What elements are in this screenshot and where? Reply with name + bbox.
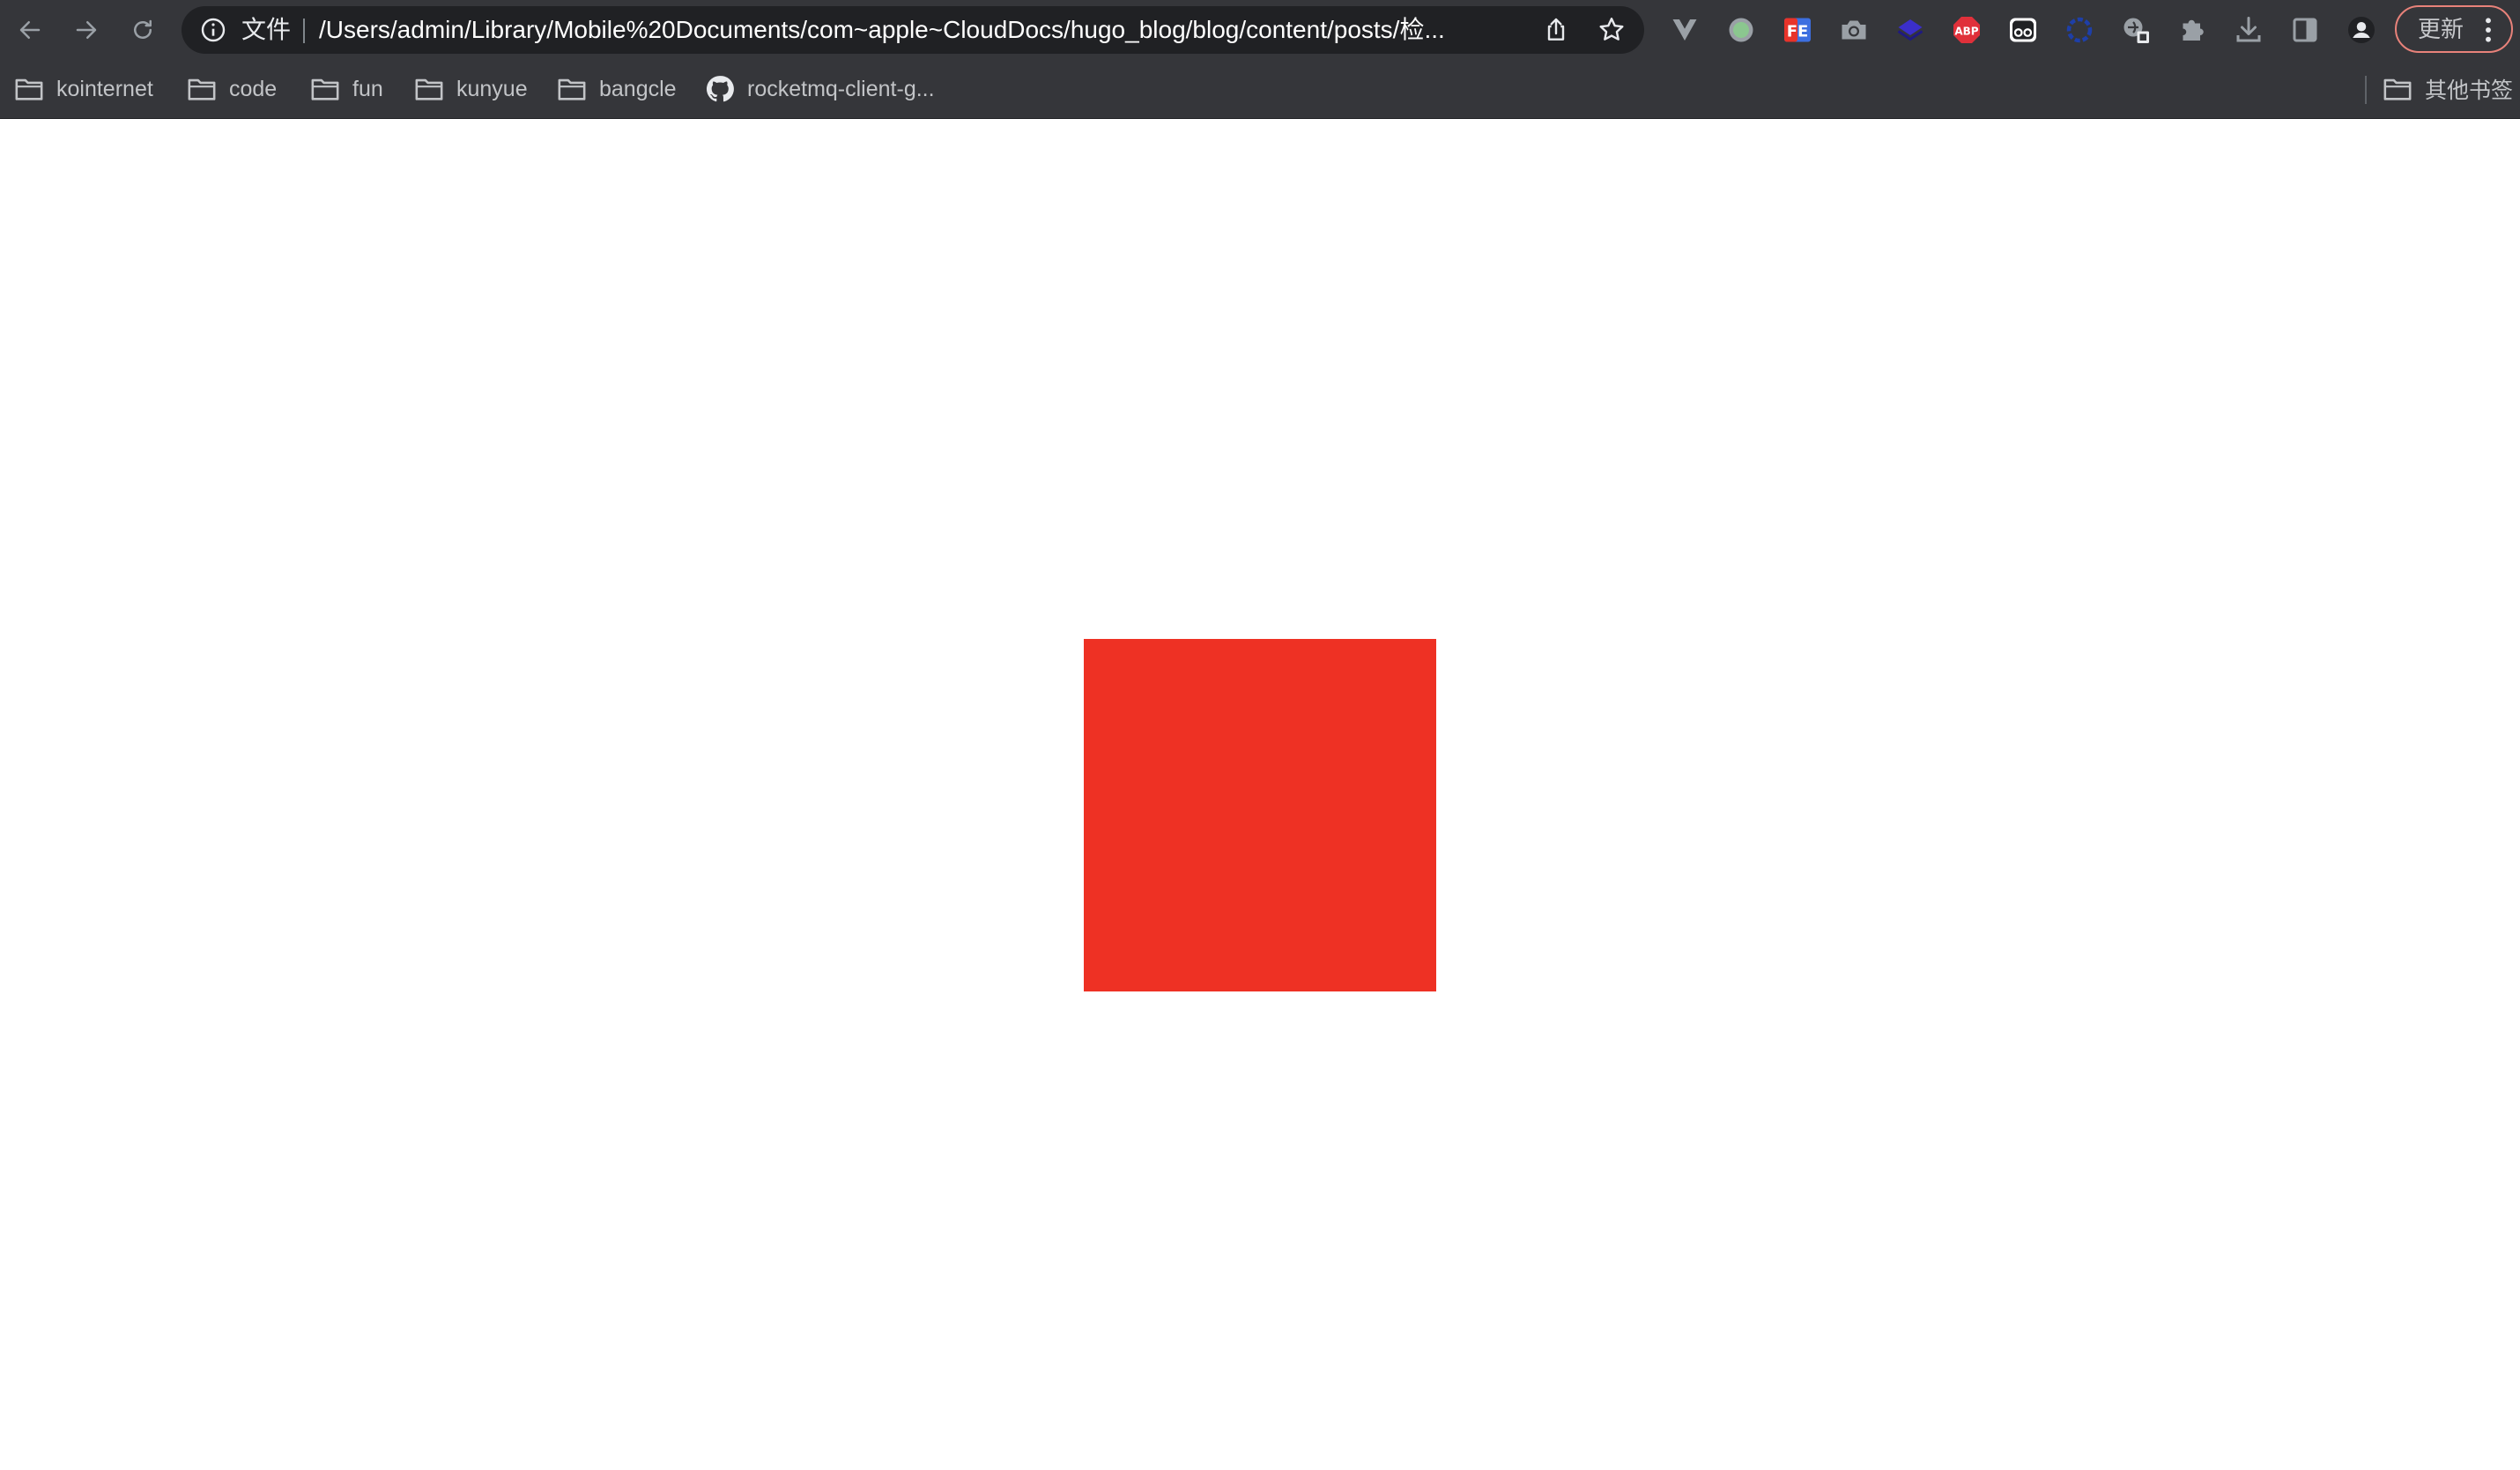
vue-devtools-icon[interactable] — [1669, 14, 1701, 46]
bookmarks-bar: kointernet code fun kunyue bangcle rocke… — [0, 60, 2520, 118]
fe-helper-icon[interactable]: FE — [1782, 14, 1813, 46]
update-button-label: 更新 — [2418, 16, 2464, 42]
bookmark-label: rocketmq-client-g... — [747, 76, 935, 101]
reload-button[interactable] — [123, 11, 162, 49]
share-icon[interactable] — [1542, 16, 1570, 44]
site-info-icon[interactable] — [199, 16, 227, 44]
bookmark-label: fun — [352, 76, 383, 101]
glasses-extension-icon[interactable] — [2007, 14, 2039, 46]
browser-toolbar: 文件 /Users/admin/Library/Mobile%20Documen… — [0, 0, 2520, 60]
svg-text:ABP: ABP — [1954, 25, 1978, 37]
folder-icon — [2383, 78, 2412, 100]
bookmark-folder-fun[interactable]: fun — [310, 60, 383, 118]
bookmark-rocketmq-client[interactable]: rocketmq-client-g... — [705, 60, 935, 118]
other-bookmarks-folder[interactable]: 其他书签 — [2383, 60, 2513, 118]
omnibox-divider — [303, 19, 305, 43]
folder-icon — [15, 78, 43, 100]
other-bookmarks-label: 其他书签 — [2425, 78, 2514, 103]
bookmark-folder-kunyue[interactable]: kunyue — [414, 60, 528, 118]
translate-extension-icon[interactable] — [2120, 14, 2152, 46]
folder-icon — [311, 78, 339, 100]
more-vertical-icon[interactable] — [2483, 16, 2494, 44]
download-icon[interactable] — [2233, 14, 2264, 46]
folder-icon — [558, 78, 586, 100]
bookmark-label: kointernet — [56, 76, 153, 101]
arrow-right-icon — [76, 21, 97, 39]
bookmark-label: code — [229, 76, 278, 101]
bookmark-label: kunyue — [456, 76, 528, 101]
folder-icon — [188, 78, 216, 100]
bookmark-folder-bangcle[interactable]: bangcle — [557, 60, 677, 118]
update-button[interactable]: 更新 — [2395, 5, 2513, 53]
arrow-left-icon — [19, 21, 41, 39]
reload-icon — [134, 19, 152, 39]
red-square — [1084, 639, 1436, 991]
bookmark-star-icon[interactable] — [1597, 15, 1627, 45]
bookmark-folder-code[interactable]: code — [187, 60, 277, 118]
browser-chrome: 文件 /Users/admin/Library/Mobile%20Documen… — [0, 0, 2520, 119]
layers-extension-icon[interactable] — [1894, 14, 1926, 46]
back-button[interactable] — [11, 11, 49, 49]
blue-gear-extension-icon[interactable] — [2064, 14, 2095, 46]
bookmarks-divider — [2365, 76, 2367, 104]
url-text[interactable]: /Users/admin/Library/Mobile%20Documents/… — [319, 6, 1535, 54]
side-panel-icon[interactable] — [2289, 14, 2321, 46]
bookmark-folder-kointernet[interactable]: kointernet — [14, 60, 153, 118]
url-scheme-label: 文件 — [241, 16, 292, 43]
github-icon — [706, 76, 734, 102]
profile-avatar-icon[interactable] — [2346, 14, 2377, 46]
chrome-divider — [0, 118, 2520, 119]
svg-text:FE: FE — [1787, 23, 1809, 41]
adblock-plus-icon[interactable]: ABP — [1951, 14, 1983, 46]
camera-icon[interactable] — [1838, 14, 1870, 46]
bookmark-label: bangcle — [599, 76, 677, 101]
address-bar[interactable]: 文件 /Users/admin/Library/Mobile%20Documen… — [182, 6, 1644, 54]
green-dot-extension-icon[interactable] — [1725, 14, 1757, 46]
puzzle-piece-icon[interactable] — [2176, 14, 2208, 46]
forward-button[interactable] — [67, 11, 106, 49]
folder-icon — [415, 78, 443, 100]
